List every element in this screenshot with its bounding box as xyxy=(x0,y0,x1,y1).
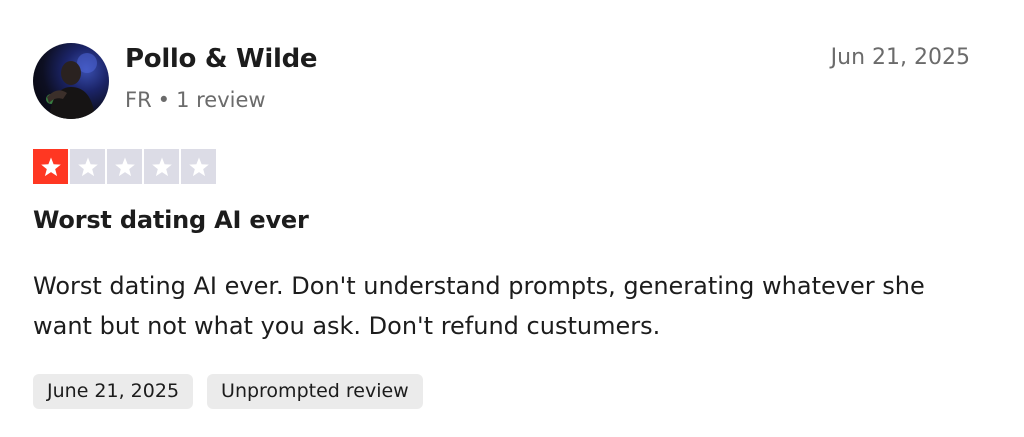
star-2 xyxy=(70,149,105,184)
star-3 xyxy=(107,149,142,184)
star-4 xyxy=(144,149,179,184)
reviewer-name[interactable]: Pollo & Wilde xyxy=(125,44,318,74)
meta-separator: • xyxy=(157,88,171,112)
star-icon xyxy=(40,157,61,176)
review-title[interactable]: Worst dating AI ever xyxy=(33,206,309,234)
avatar[interactable] xyxy=(33,43,109,119)
star-icon xyxy=(188,157,209,176)
avatar-image xyxy=(46,53,97,119)
star-icon xyxy=(151,157,172,176)
star-5 xyxy=(181,149,216,184)
star-icon xyxy=(77,157,98,176)
unprompted-review-tag[interactable]: Unprompted review xyxy=(207,374,423,409)
star-icon xyxy=(114,157,135,176)
star-rating xyxy=(33,149,216,184)
review-tags: June 21, 2025 Unprompted review xyxy=(33,374,423,409)
review-date: Jun 21, 2025 xyxy=(830,45,970,70)
experience-date-tag: June 21, 2025 xyxy=(33,374,194,409)
reviewer-meta: FR • 1 review xyxy=(125,88,266,112)
reviewer-country: FR xyxy=(125,88,152,112)
review-body: Worst dating AI ever. Don't understand p… xyxy=(33,272,925,340)
reviewer-review-count: 1 review xyxy=(176,88,266,112)
star-1 xyxy=(33,149,68,184)
